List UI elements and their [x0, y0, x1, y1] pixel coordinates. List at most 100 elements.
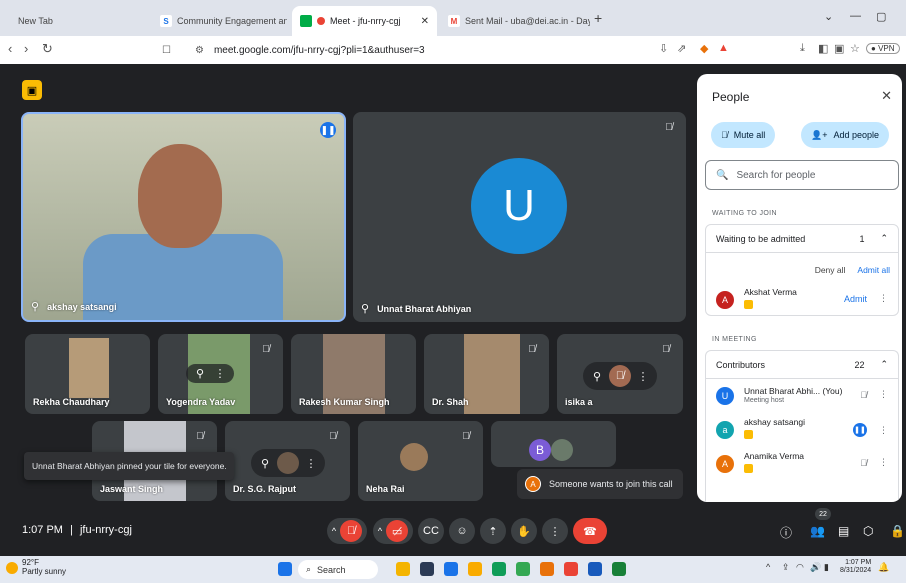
share-icon[interactable]: ⇗	[677, 42, 686, 55]
app-icon[interactable]	[396, 562, 410, 576]
pin-icon[interactable]: ⚲	[257, 457, 273, 470]
video-tile-yogendra[interactable]: 🎙̸ ⚲ ⋮ Yogendra Yadav	[158, 334, 283, 414]
file-explorer-icon[interactable]	[468, 562, 482, 576]
mic-off-icon[interactable]: 🎙̸	[860, 458, 867, 468]
avatar: B	[529, 439, 551, 461]
brave-rewards-icon[interactable]: ▲	[718, 42, 729, 54]
reactions-button[interactable]: ☺	[449, 518, 475, 544]
taskbar-search[interactable]: ⌕ Search	[298, 560, 378, 579]
admit-all-button[interactable]: Admit all	[857, 265, 890, 275]
tab-new-tab[interactable]: New Tab	[10, 6, 140, 36]
person-head	[138, 144, 222, 248]
info-icon[interactable]: ⓘ	[780, 524, 792, 541]
weather-widget[interactable]: 92°F Partly sunny	[6, 558, 67, 577]
tab-meet[interactable]: Meet - jfu-nrry-cgj ✕	[292, 6, 437, 36]
new-tab-icon[interactable]: +	[594, 10, 602, 26]
video-tile-akshay[interactable]: ❚❚ ⚲ akshay satsangi	[21, 112, 346, 322]
windows-start-icon[interactable]	[278, 562, 292, 576]
join-request-notification[interactable]: A Someone wants to join this call	[517, 469, 683, 499]
section-label: WAITING TO JOIN	[712, 210, 777, 217]
waiting-group-header[interactable]: Waiting to be admitted 1 ⌃	[706, 225, 898, 253]
video-tile-rekha[interactable]: Rekha Chaudhary	[25, 334, 150, 414]
chevron-up-icon[interactable]: ^	[766, 562, 770, 572]
star-icon[interactable]: ☆	[850, 42, 860, 55]
chat-icon[interactable]: ▤	[838, 524, 849, 538]
site-settings-icon[interactable]: ⚙	[195, 45, 204, 56]
mute-all-button[interactable]: 🎙̸ Mute all	[711, 122, 776, 148]
whatsapp-icon[interactable]	[540, 562, 554, 576]
more-options-button[interactable]: ⋮	[542, 518, 568, 544]
battery-icon[interactable]: ▮	[824, 562, 829, 573]
emoji-icon: ☺	[456, 525, 468, 537]
word-icon[interactable]	[588, 562, 602, 576]
reload-icon[interactable]: ↻	[42, 41, 53, 57]
video-tile-others[interactable]: B	[491, 421, 616, 467]
forward-icon[interactable]: ›	[24, 41, 28, 56]
pin-icon[interactable]: ⚲	[589, 370, 605, 383]
close-tab-icon[interactable]: ✕	[415, 16, 429, 27]
tab-gmail[interactable]: M Sent Mail - uba@dei.ac.in - Dayalba	[440, 6, 590, 36]
volume-icon[interactable]: 🔊	[810, 562, 821, 573]
add-people-button[interactable]: 👤+ Add people	[801, 122, 890, 148]
contributors-header[interactable]: Contributors 22 ⌃	[706, 351, 898, 379]
chevron-up-icon[interactable]: ^	[378, 526, 382, 536]
video-tile-shah[interactable]: 🎙̸ Dr. Shah	[424, 334, 549, 414]
video-tile-rajput[interactable]: 🎙̸ ⚲ ⋮ Dr. S.G. Rajput	[225, 421, 350, 501]
bookmark-icon[interactable]: ☐	[162, 45, 171, 56]
present-button[interactable]: ⇡	[480, 518, 506, 544]
video-tile-unnat[interactable]: 🎙̸ U ⚲ Unnat Bharat Abhiyan	[353, 112, 686, 322]
captions-button[interactable]: CC	[418, 518, 444, 544]
chrome-icon[interactable]	[492, 562, 506, 576]
more-icon[interactable]: ⋮	[879, 425, 888, 436]
meet-activity-icon[interactable]: ▣	[22, 80, 42, 100]
more-icon[interactable]: ⋮	[635, 370, 651, 383]
mic-toggle-button[interactable]: ^ 🎙̸	[327, 518, 367, 544]
host-controls-icon[interactable]: 🔒	[890, 524, 905, 538]
leave-call-button[interactable]: ☎	[573, 518, 607, 544]
maximize-icon[interactable]: ▢	[876, 10, 886, 23]
wifi-icon[interactable]: ◠	[796, 562, 804, 573]
notification-bell-icon[interactable]: 🔔	[878, 562, 889, 573]
taskbar-clock[interactable]: 1:07 PM 8/31/2024	[840, 559, 871, 576]
downloads-icon[interactable]: ⤓	[800, 42, 805, 55]
excel-icon[interactable]	[612, 562, 626, 576]
download-icon[interactable]: ⇩	[659, 42, 668, 55]
more-icon[interactable]: ⋮	[879, 389, 888, 400]
deny-all-button[interactable]: Deny all	[815, 265, 846, 275]
weather-text: Partly sunny	[22, 566, 67, 576]
raise-hand-button[interactable]: ✋	[511, 518, 537, 544]
taskview-icon[interactable]	[420, 562, 434, 576]
browser-icon[interactable]	[516, 562, 530, 576]
tab-search-icon[interactable]: ⌄	[824, 10, 833, 23]
minimize-icon[interactable]: —	[850, 10, 861, 22]
chevron-up-icon[interactable]: ⌃	[880, 233, 888, 244]
search-input[interactable]: 🔍 Search for people	[705, 160, 899, 190]
brave-shield-icon[interactable]: ◆	[700, 42, 708, 55]
tab-community-engagement[interactable]: S Community Engagement and Social	[152, 6, 287, 36]
vpn-button[interactable]: ● VPN	[866, 43, 900, 54]
back-icon[interactable]: ‹	[8, 41, 12, 56]
more-icon[interactable]: ⋮	[879, 457, 888, 468]
more-icon[interactable]: ⋮	[212, 367, 228, 380]
brave-icon[interactable]	[564, 562, 578, 576]
more-icon[interactable]: ⋮	[303, 457, 319, 470]
mic-off-icon[interactable]: 🎙̸	[860, 390, 867, 400]
sidebar-icon[interactable]: ◧	[818, 42, 828, 55]
mic-off-icon[interactable]: 🎙̸	[609, 365, 631, 387]
chevron-up-icon[interactable]: ⌃	[880, 359, 888, 370]
url-field[interactable]: ☐ ⚙ meet.google.com/jfu-nrry-cgj?pli=1&a…	[148, 39, 728, 61]
usb-icon[interactable]: ⇪	[782, 562, 790, 573]
activities-icon[interactable]: ⬡	[863, 524, 873, 538]
extensions-icon[interactable]: ▣	[834, 42, 844, 55]
video-tile-rakesh[interactable]: Rakesh Kumar Singh	[291, 334, 416, 414]
edge-icon[interactable]	[444, 562, 458, 576]
video-tile-isika[interactable]: 🎙̸ ⚲ 🎙̸ ⋮ isika a	[557, 334, 683, 414]
close-icon[interactable]: ✕	[881, 88, 892, 104]
admit-button[interactable]: Admit	[844, 294, 867, 304]
video-tile-neha[interactable]: 🎙̸ Neha Rai	[358, 421, 483, 501]
pin-icon[interactable]: ⚲	[192, 367, 208, 380]
camera-toggle-button[interactable]: ^ ▭̸	[373, 518, 413, 544]
more-icon[interactable]: ⋮	[879, 293, 888, 304]
chevron-up-icon[interactable]: ^	[332, 526, 336, 536]
people-icon[interactable]: 👥	[810, 524, 825, 538]
